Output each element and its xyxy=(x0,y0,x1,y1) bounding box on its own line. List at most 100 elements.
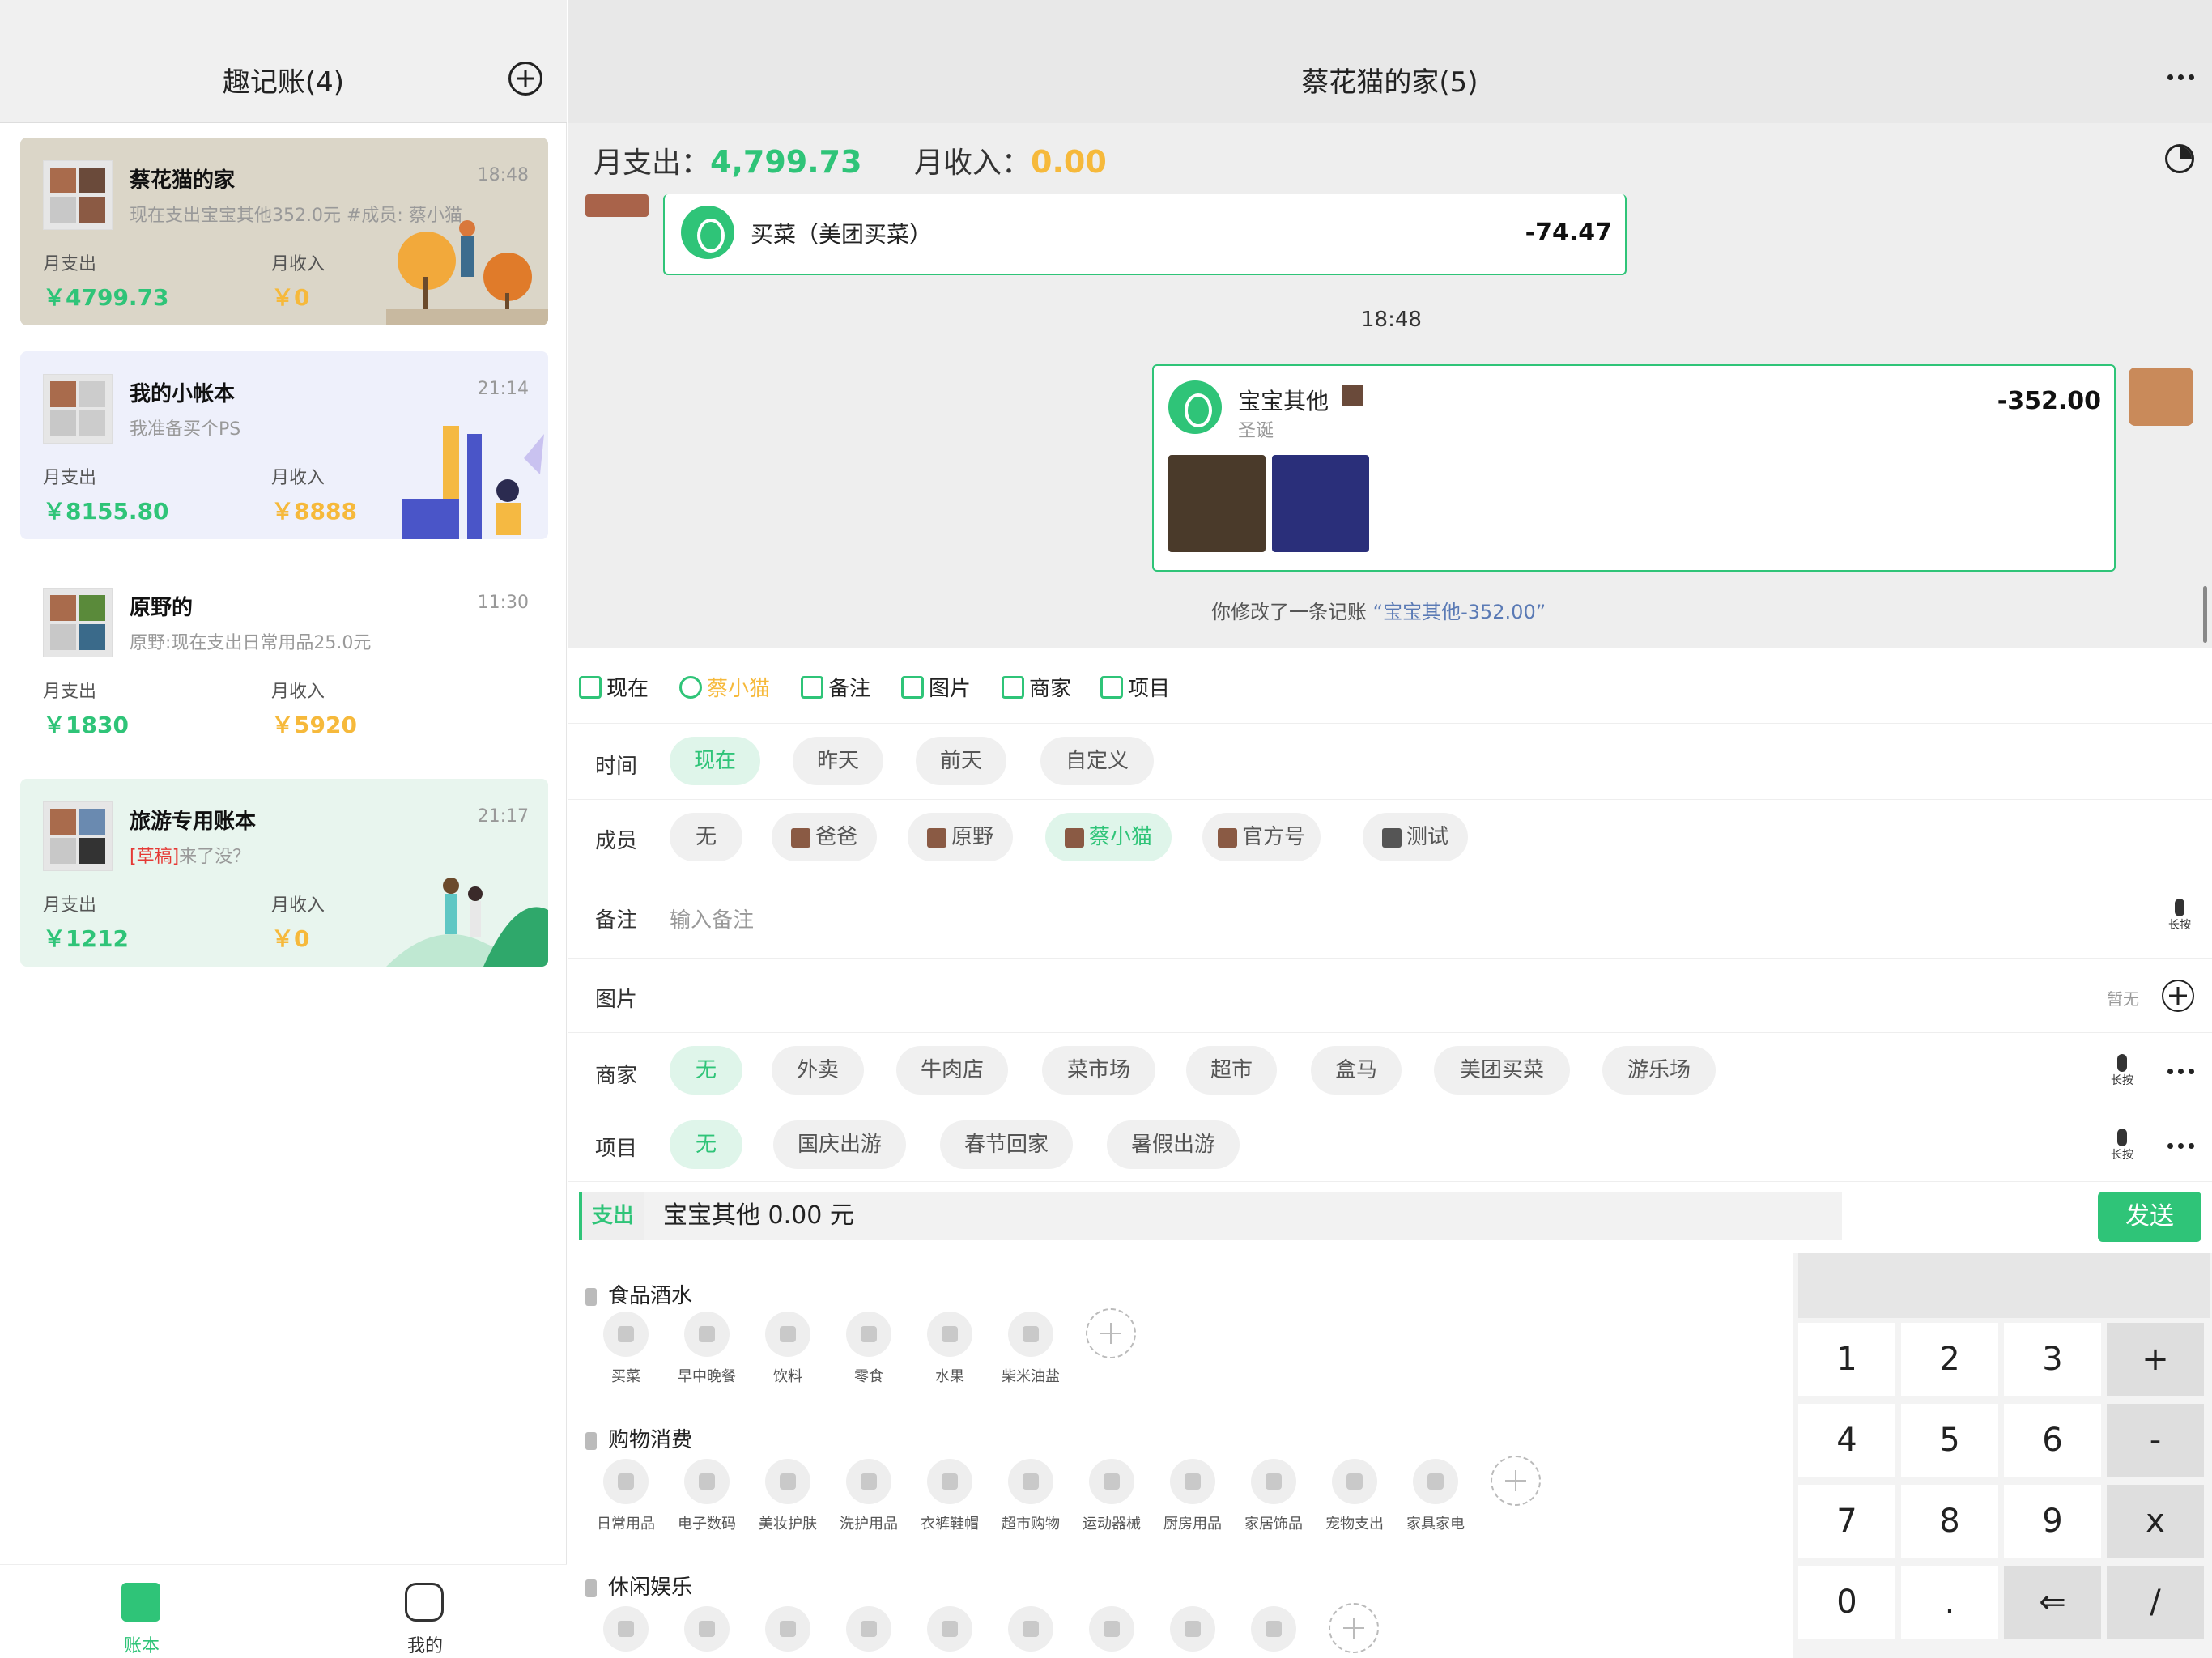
category-item[interactable]: 买菜 xyxy=(585,1312,666,1386)
exp-value: ￥1830 xyxy=(43,712,129,738)
add-category-icon[interactable] xyxy=(1086,1308,1136,1358)
category-item[interactable]: 厨房用品 xyxy=(1152,1459,1233,1533)
book-card[interactable]: 原野的 11:30 原野:现在支出日常用品25.0元 月支出 月收入 ￥1830… xyxy=(20,565,548,753)
category-item[interactable] xyxy=(1233,1606,1314,1658)
member-option[interactable]: 测试 xyxy=(1363,813,1468,861)
category-item[interactable] xyxy=(990,1606,1071,1658)
category-item[interactable] xyxy=(909,1606,990,1658)
keypad-key[interactable]: x xyxy=(2107,1485,2204,1558)
merchant-option[interactable]: 无 xyxy=(670,1046,742,1095)
merchant-option[interactable]: 菜市场 xyxy=(1042,1046,1155,1095)
project-option[interactable]: 暑假出游 xyxy=(1107,1120,1240,1169)
merchant-option[interactable]: 牛肉店 xyxy=(896,1046,1008,1095)
entry-type-toggle[interactable]: 支出 xyxy=(579,1192,644,1240)
scrollbar[interactable] xyxy=(2203,586,2207,643)
add-category-icon[interactable] xyxy=(1491,1456,1541,1506)
photo-thumbnail[interactable] xyxy=(1168,455,1266,552)
category-item[interactable] xyxy=(585,1606,666,1658)
keypad-key[interactable]: 2 xyxy=(1901,1323,1998,1396)
photo-thumbnail[interactable] xyxy=(1272,455,1369,552)
mic-icon[interactable]: 长按 xyxy=(2106,1129,2138,1167)
tool-note[interactable]: 备注 xyxy=(801,672,870,702)
merchant-option[interactable]: 外卖 xyxy=(772,1046,864,1095)
keypad-key[interactable]: . xyxy=(1901,1566,1998,1639)
category-item[interactable]: 早中晚餐 xyxy=(666,1312,747,1386)
keypad-key[interactable]: + xyxy=(2107,1323,2204,1396)
note-input[interactable]: 输入备注 xyxy=(670,903,754,933)
category-item[interactable]: 家居饰品 xyxy=(1233,1459,1314,1533)
more-icon[interactable] xyxy=(2167,74,2194,80)
tool-member[interactable]: 蔡小猫 xyxy=(679,672,770,702)
keypad-key[interactable]: 0 xyxy=(1798,1566,1895,1639)
category-item[interactable]: 水果 xyxy=(909,1312,990,1386)
project-option[interactable]: 无 xyxy=(670,1120,742,1169)
more-icon[interactable] xyxy=(2167,1069,2194,1074)
keypad-key[interactable]: / xyxy=(2107,1566,2204,1639)
entry-preview[interactable]: 宝宝其他 0.00 元 xyxy=(644,1192,1842,1240)
category-item[interactable]: 洗护用品 xyxy=(828,1459,909,1533)
category-item[interactable]: 电子数码 xyxy=(666,1459,747,1533)
category-item[interactable] xyxy=(666,1606,747,1658)
category-item[interactable]: 家具家电 xyxy=(1395,1459,1476,1533)
category-item[interactable]: 美妆护肤 xyxy=(747,1459,828,1533)
category-item[interactable]: 零食 xyxy=(828,1312,909,1386)
pie-chart-icon[interactable] xyxy=(2165,144,2194,173)
add-category-icon[interactable] xyxy=(1329,1603,1379,1653)
keypad-key[interactable]: 4 xyxy=(1798,1404,1895,1477)
category-item[interactable] xyxy=(747,1606,828,1658)
book-card[interactable]: 旅游专用账本 21:17 [草稿]来了没？ 月支出 月收入 ￥1212 ￥0 xyxy=(20,779,548,967)
keypad-key[interactable]: ⇐ xyxy=(2004,1566,2101,1639)
member-option[interactable]: 官方号 xyxy=(1202,813,1321,861)
member-option[interactable]: 原野 xyxy=(908,813,1013,861)
tool-project[interactable]: 项目 xyxy=(1100,672,1170,702)
inc-label: 月收入 xyxy=(271,895,325,916)
category-item[interactable] xyxy=(828,1606,909,1658)
merchant-option[interactable]: 超市 xyxy=(1186,1046,1277,1095)
category-item[interactable]: 超市购物 xyxy=(990,1459,1071,1533)
keypad-key[interactable]: 7 xyxy=(1798,1485,1895,1558)
category-item[interactable]: 宠物支出 xyxy=(1314,1459,1395,1533)
more-icon[interactable] xyxy=(2167,1143,2194,1149)
tab-mine[interactable]: 我的 xyxy=(283,1565,567,1658)
add-book-icon[interactable] xyxy=(508,62,542,96)
book-time: 11:30 xyxy=(477,593,529,613)
mic-icon[interactable]: 长按 xyxy=(2106,1054,2138,1093)
member-option[interactable]: 蔡小猫 xyxy=(1045,813,1172,861)
record-bubble[interactable]: 买菜（美团买菜） -74.47 xyxy=(663,194,1627,275)
project-option[interactable]: 国庆出游 xyxy=(773,1120,906,1169)
keypad-key[interactable]: 5 xyxy=(1901,1404,1998,1477)
member-option[interactable]: 爸爸 xyxy=(772,813,877,861)
category-item[interactable]: 衣裤鞋帽 xyxy=(909,1459,990,1533)
time-option[interactable]: 前天 xyxy=(916,737,1006,785)
add-image-icon[interactable] xyxy=(2162,980,2194,1012)
member-option[interactable]: 无 xyxy=(670,813,742,861)
time-option[interactable]: 昨天 xyxy=(793,737,883,785)
category-item[interactable]: 饮料 xyxy=(747,1312,828,1386)
time-option[interactable]: 现在 xyxy=(670,737,760,785)
merchant-option[interactable]: 盒马 xyxy=(1311,1046,1402,1095)
keypad-key[interactable]: 6 xyxy=(2004,1404,2101,1477)
time-option[interactable]: 自定义 xyxy=(1040,737,1154,785)
category-item[interactable]: 柴米油盐 xyxy=(990,1312,1071,1386)
tool-merchant[interactable]: 商家 xyxy=(1002,672,1071,702)
project-option[interactable]: 春节回家 xyxy=(940,1120,1073,1169)
book-card[interactable]: 蔡花猫的家 18:48 现在支出宝宝其他352.0元 #成员: 蔡小猫 月支出 … xyxy=(20,138,548,325)
book-card[interactable]: 我的小帐本 21:14 我准备买个PS 月支出 月收入 ￥8155.80 ￥88… xyxy=(20,351,548,539)
send-button[interactable]: 发送 xyxy=(2098,1192,2201,1242)
tool-time[interactable]: 现在 xyxy=(579,672,649,702)
merchant-option[interactable]: 游乐场 xyxy=(1602,1046,1716,1095)
tab-books[interactable]: 账本 xyxy=(0,1565,283,1658)
keypad-key[interactable]: - xyxy=(2107,1404,2204,1477)
record-bubble[interactable]: 宝宝其他 圣诞 -352.00 xyxy=(1152,364,2116,572)
keypad-key[interactable]: 9 xyxy=(2004,1485,2101,1558)
category-item[interactable]: 日常用品 xyxy=(585,1459,666,1533)
keypad-key[interactable]: 3 xyxy=(2004,1323,2101,1396)
category-item[interactable] xyxy=(1152,1606,1233,1658)
keypad-key[interactable]: 8 xyxy=(1901,1485,1998,1558)
keypad-key[interactable]: 1 xyxy=(1798,1323,1895,1396)
merchant-option[interactable]: 美团买菜 xyxy=(1434,1046,1570,1095)
category-item[interactable] xyxy=(1071,1606,1152,1658)
tool-image[interactable]: 图片 xyxy=(901,672,971,702)
category-item[interactable]: 运动器械 xyxy=(1071,1459,1152,1533)
mic-icon[interactable]: 长按 xyxy=(2163,899,2196,937)
